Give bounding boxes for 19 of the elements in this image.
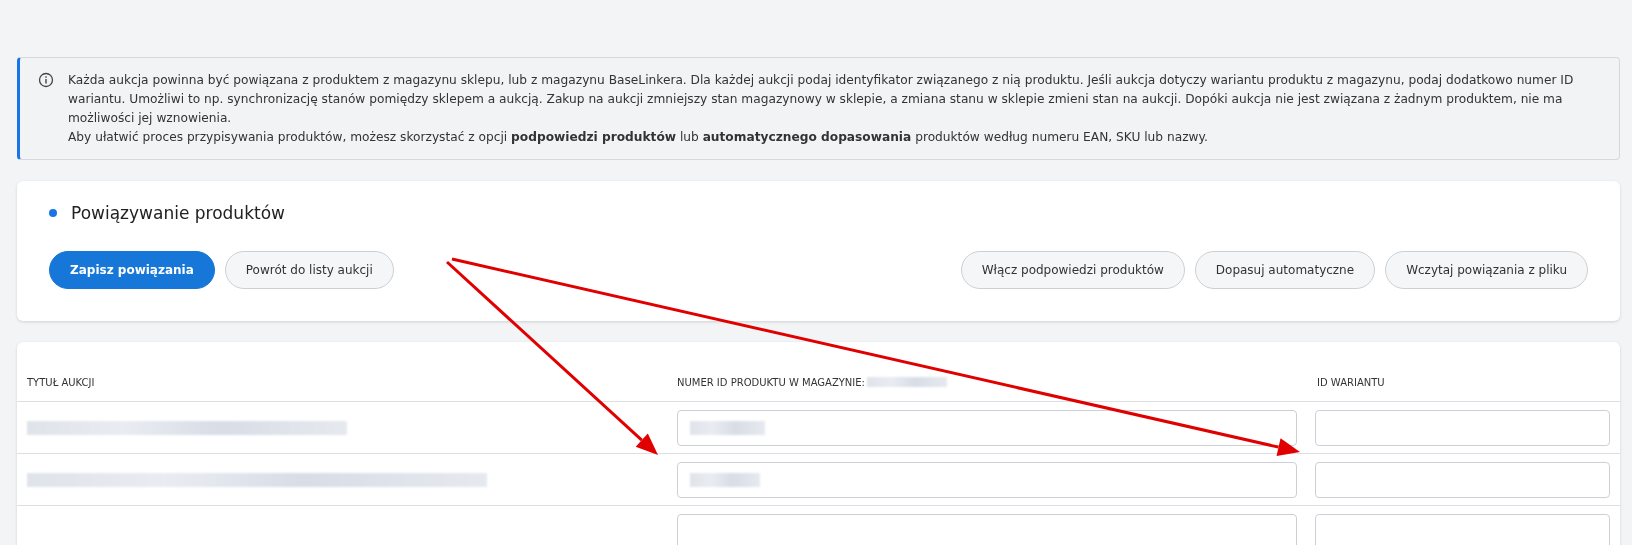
- info-icon: [38, 72, 54, 88]
- input-field[interactable]: [1315, 513, 1610, 545]
- section-title: Powiązywanie produktów: [71, 203, 285, 223]
- column-header: NUMER ID PRODUKTU W MAGAZYNIE:: [677, 376, 865, 388]
- bullet-icon: [49, 209, 57, 217]
- action-button[interactable]: Włącz podpowiedzi produktów: [960, 251, 1185, 289]
- info-text: Aby ułatwić proces przypisywania produktów, możesz skorzystać z opcji podpowiedzi produktów lub automatycznego dopasowania produktów według numeru EAN, SKU lub nazwy.: [68, 129, 1209, 146]
- column-header: TYTUŁ AUKCJI: [27, 376, 95, 388]
- input-field[interactable]: [1315, 409, 1610, 446]
- save-button[interactable]: Zapisz powiązania: [49, 251, 215, 289]
- input-field[interactable]: [677, 461, 1297, 498]
- action-button[interactable]: Dopasuj automatyczne: [1194, 251, 1376, 289]
- action-button[interactable]: Wczytaj powiązania z pliku: [1385, 251, 1588, 289]
- back-button[interactable]: Powrót do listy aukcji: [224, 251, 394, 289]
- input-field[interactable]: [677, 409, 1297, 446]
- input-field[interactable]: [677, 513, 1297, 545]
- column-header: ID WARIANTU: [1317, 376, 1385, 388]
- info-text: Każda aukcja powinna być powiązana z produktem z magazynu sklepu, lub z magazynu BaseLinkera. Dla każdej aukcji podaj identyfikator związanego z nią produktu. Jeśli aukcja dotyczy wariantu produktu z magazynu, podaj dodatkowo numer ID wariantu. Umożliwi to np. synchronizację stanów pomiędzy sklepem a aukcją. Zakup na aukcji zmniejszy stan magazynowy w sklepie, a zmiana stanu w sklepie zmieni stan na aukcji. Dopóki aukcja nie jest związana z żadnym produktem, nie ma możliwości jej wznowienia.: [68, 72, 1575, 127]
- input-field[interactable]: [1315, 461, 1610, 498]
